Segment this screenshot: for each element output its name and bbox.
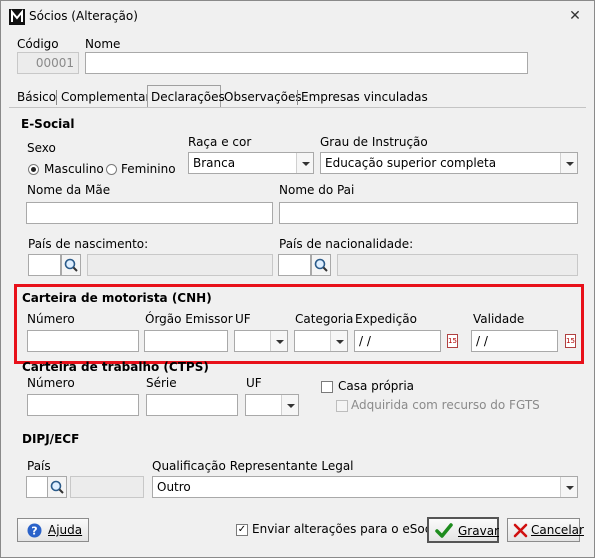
- chevron-down-icon[interactable]: [281, 395, 298, 415]
- tab-observacoes[interactable]: Observações: [224, 88, 302, 107]
- chevron-down-icon[interactable]: [560, 153, 577, 173]
- tab-declaracoes[interactable]: Declarações: [147, 85, 225, 107]
- fgts-checkbox: [336, 400, 348, 412]
- cnh-categoria-select[interactable]: [294, 330, 348, 352]
- grau-instrucao-label: Grau de Instrução: [320, 135, 428, 149]
- calendar-icon[interactable]: 15: [565, 334, 576, 348]
- tab-separator: [56, 90, 57, 105]
- tabs-baseline: [9, 107, 586, 108]
- pais-nascimento-label: País de nascimento:: [28, 237, 149, 251]
- pais-nascimento-search-button[interactable]: [61, 254, 81, 276]
- chevron-down-icon[interactable]: [296, 153, 313, 173]
- qualificacao-select[interactable]: Outro: [152, 476, 578, 498]
- help-icon: ?: [27, 523, 42, 538]
- masculino-label: Masculino: [44, 162, 104, 176]
- fgts-label: Adquirida com recurso do FGTS: [351, 398, 540, 412]
- cancelar-button[interactable]: Cancelar: [507, 518, 584, 542]
- grau-instrucao-value: Educação superior completa: [325, 156, 497, 170]
- ctps-uf-label: UF: [246, 376, 262, 390]
- nome-mae-field[interactable]: [26, 202, 273, 224]
- gravar-button-label: Gravar: [458, 524, 499, 538]
- tab-separator: [297, 90, 298, 105]
- raca-label: Raça e cor: [188, 135, 252, 149]
- chevron-down-icon[interactable]: [270, 331, 287, 351]
- nome-field[interactable]: [85, 52, 528, 74]
- dipj-pais-name-field: [70, 476, 144, 498]
- tab-complementar[interactable]: Complementar: [61, 88, 150, 107]
- svg-text:?: ?: [31, 525, 37, 538]
- nome-pai-label: Nome do Pai: [279, 183, 355, 197]
- dipj-section-title: DIPJ/ECF: [22, 432, 80, 446]
- cnh-uf-select[interactable]: [234, 330, 288, 352]
- qualificacao-value: Outro: [157, 480, 191, 494]
- cnh-orgao-field[interactable]: [144, 330, 228, 352]
- raca-value: Branca: [193, 156, 236, 170]
- cnh-expedicao-label: Expedição: [355, 312, 417, 326]
- dipj-pais-search-button[interactable]: [47, 476, 67, 498]
- cnh-uf-label: UF: [235, 312, 251, 326]
- masculino-radio[interactable]: [28, 164, 39, 175]
- ctps-section-title: Carteira de trabalho (CTPS): [22, 360, 209, 374]
- tab-basico[interactable]: Básico: [17, 88, 56, 107]
- ajuda-button-label: Ajuda: [48, 523, 83, 537]
- sexo-label: Sexo: [27, 141, 56, 155]
- pais-nascimento-name-field: [87, 254, 273, 276]
- cnh-numero-field[interactable]: [27, 330, 139, 352]
- feminino-label: Feminino: [121, 162, 176, 176]
- nome-pai-field[interactable]: [279, 202, 578, 224]
- cnh-categoria-label: Categoria: [295, 312, 354, 326]
- codigo-label: Código: [17, 37, 59, 51]
- pais-nacionalidade-search-button[interactable]: [311, 254, 331, 276]
- tab-empresas-vinculadas[interactable]: Empresas vinculadas: [301, 88, 428, 107]
- esocial-section-title: E-Social: [21, 117, 75, 131]
- cancelar-button-label: Cancelar: [531, 523, 584, 537]
- check-icon: [435, 523, 453, 538]
- cnh-section-title: Carteira de motorista (CNH): [22, 291, 212, 305]
- cancel-x-icon: [513, 523, 528, 538]
- feminino-radio[interactable]: [106, 164, 117, 175]
- window-title: Sócios (Alteração): [29, 9, 138, 23]
- pais-nascimento-code-field[interactable]: [28, 254, 61, 276]
- cnh-validade-field[interactable]: / /: [471, 330, 558, 352]
- gravar-button[interactable]: Gravar: [427, 517, 499, 543]
- qualificacao-label: Qualificação Representante Legal: [152, 459, 354, 473]
- raca-select[interactable]: Branca: [188, 152, 314, 174]
- pais-nacionalidade-code-field[interactable]: [278, 254, 311, 276]
- grau-instrucao-select[interactable]: Educação superior completa: [320, 152, 578, 174]
- ajuda-button[interactable]: ? Ajuda: [17, 518, 89, 542]
- title-bar: Sócios (Alteração) ✕: [1, 1, 594, 31]
- dialog-window: Sócios (Alteração) ✕ Código Nome 00001 B…: [0, 0, 595, 558]
- dipj-pais-label: País: [27, 459, 51, 473]
- chevron-down-icon[interactable]: [330, 331, 347, 351]
- ctps-numero-label: Número: [27, 376, 75, 390]
- cnh-numero-label: Número: [27, 312, 75, 326]
- pais-nacionalidade-name-field: [337, 254, 578, 276]
- codigo-field: 00001: [17, 52, 79, 74]
- cnh-orgao-label: Órgão Emissor: [145, 312, 233, 326]
- close-icon[interactable]: ✕: [567, 8, 583, 24]
- ctps-serie-label: Série: [146, 376, 177, 390]
- cnh-validade-label: Validade: [473, 312, 525, 326]
- search-icon: [314, 258, 328, 272]
- casa-propria-label: Casa própria: [338, 379, 415, 393]
- search-icon: [50, 480, 64, 494]
- pais-nacionalidade-label: País de nacionalidade:: [279, 237, 414, 251]
- ctps-serie-field[interactable]: [146, 394, 238, 416]
- chevron-down-icon[interactable]: [560, 477, 577, 497]
- search-icon: [64, 258, 78, 272]
- ctps-uf-select[interactable]: [245, 394, 299, 416]
- casa-propria-checkbox[interactable]: [321, 381, 333, 393]
- ctps-numero-field[interactable]: [27, 394, 139, 416]
- calendar-icon[interactable]: 15: [447, 334, 458, 348]
- dipj-pais-code-field[interactable]: [26, 476, 48, 498]
- cnh-expedicao-field[interactable]: / /: [354, 330, 441, 352]
- app-logo-icon: [9, 9, 25, 25]
- nome-mae-label: Nome da Mãe: [27, 183, 111, 197]
- enviar-esocial-label: Enviar alterações para o eSocial: [252, 522, 446, 536]
- enviar-esocial-checkbox[interactable]: ✓: [236, 524, 248, 536]
- nome-label: Nome: [85, 37, 121, 51]
